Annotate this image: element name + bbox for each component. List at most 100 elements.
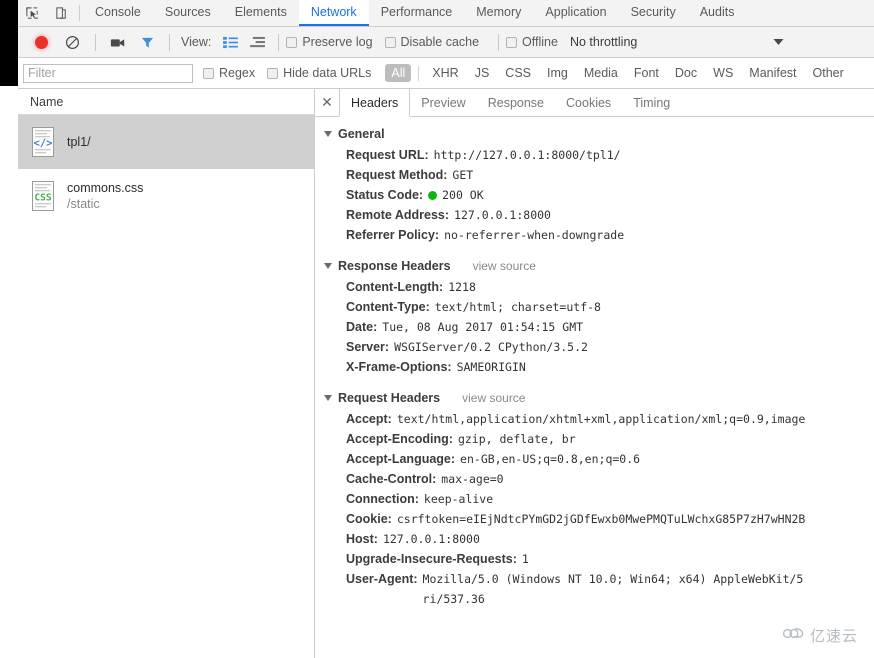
pill-label: Media: [583, 66, 618, 80]
disable-cache-checkbox[interactable]: Disable cache: [384, 35, 479, 49]
tab-label: Console: [95, 5, 141, 19]
header-row-content-type: Content-Type: text/html; charset=utf-8: [315, 297, 874, 317]
resource-type-doc[interactable]: Doc: [669, 64, 703, 82]
detail-tab-preview[interactable]: Preview: [410, 89, 476, 116]
header-row-host: Host: 127.0.0.1:8000: [315, 529, 874, 549]
detail-tab-headers[interactable]: Headers: [339, 89, 411, 117]
pill-label: Other: [812, 66, 844, 80]
resource-type-manifest[interactable]: Manifest: [743, 64, 802, 82]
throttling-select[interactable]: No throttling: [570, 35, 637, 49]
preserve-log-checkbox[interactable]: Preserve log: [286, 35, 373, 49]
resource-type-media[interactable]: Media: [578, 64, 624, 82]
section-response-headers-header[interactable]: Response Headers view source: [315, 254, 874, 277]
devtools-window: Console Sources Elements Network Perform…: [0, 0, 874, 658]
header-key: Accept-Encoding:: [346, 432, 453, 446]
header-value: http://127.0.0.1:8000/tpl1/: [433, 148, 621, 162]
detail-tab-label: Cookies: [566, 95, 612, 110]
header-key: Remote Address:: [346, 208, 450, 222]
table-row[interactable]: CSS commons.css /static: [18, 169, 314, 223]
header-value: 1218: [448, 280, 476, 294]
hide-data-urls-checkbox[interactable]: Hide data URLs: [267, 66, 371, 80]
header-key: Server:: [346, 340, 390, 354]
section-request-headers-header[interactable]: Request Headers view source: [315, 386, 874, 409]
detail-tab-label: Preview: [421, 95, 466, 110]
header-value: GET: [452, 168, 474, 182]
resource-type-other[interactable]: Other: [807, 64, 850, 82]
preserve-log-label: Preserve log: [302, 35, 373, 49]
section-general-header[interactable]: General: [315, 122, 874, 145]
header-row-accept-language: Accept-Language: en-GB,en-US;q=0.8,en;q=…: [315, 449, 874, 469]
header-key: X-Frame-Options:: [346, 360, 452, 374]
checkbox-box: [286, 36, 298, 48]
resource-type-xhr[interactable]: XHR: [426, 64, 464, 82]
view-label: View:: [181, 35, 212, 49]
detail-tab-cookies[interactable]: Cookies: [555, 89, 622, 116]
filter-input[interactable]: [23, 63, 193, 83]
checkbox-box: [506, 36, 518, 48]
tab-elements[interactable]: Elements: [223, 0, 299, 26]
toolbar-divider-1: [95, 33, 96, 51]
browser-chrome-strip: [0, 0, 18, 86]
resource-type-ws[interactable]: WS: [707, 64, 739, 82]
html-document-icon: </>: [30, 126, 56, 158]
header-row-content-length: Content-Length: 1218: [315, 277, 874, 297]
triangle-down-icon: [324, 395, 332, 401]
view-source-link[interactable]: view source: [473, 259, 536, 273]
regex-checkbox[interactable]: Regex: [203, 66, 255, 80]
toolbar-divider-4: [498, 33, 500, 51]
table-row[interactable]: </> tpl1/: [18, 115, 314, 169]
list-view-icon[interactable]: [223, 36, 239, 49]
pill-label: WS: [713, 66, 734, 80]
detail-tab-label: Response: [487, 95, 545, 110]
device-toolbar-icon[interactable]: [47, 0, 76, 26]
tab-label: Security: [630, 5, 676, 19]
header-key: Request URL:: [346, 148, 429, 162]
tab-sources[interactable]: Sources: [153, 0, 223, 26]
close-icon[interactable]: ✕: [315, 89, 339, 116]
waterfall-view-icon[interactable]: [250, 36, 266, 49]
header-row-cache-control: Cache-Control: max-age=0: [315, 469, 874, 489]
tab-audits[interactable]: Audits: [688, 0, 747, 26]
offline-checkbox[interactable]: Offline: [506, 35, 558, 49]
header-key: Connection:: [346, 492, 419, 506]
resource-type-img[interactable]: Img: [541, 64, 574, 82]
record-dot-icon[interactable]: [35, 35, 48, 49]
detail-tab-timing[interactable]: Timing: [622, 89, 681, 116]
tab-label: Memory: [476, 5, 522, 19]
header-row-accept: Accept: text/html,application/xhtml+xml,…: [315, 409, 874, 429]
clear-icon[interactable]: [65, 35, 80, 50]
header-row-cookie: Cookie: csrftoken=eIEjNdtcPYmGD2jGDfEwxb…: [315, 509, 874, 529]
tab-label: Application: [545, 5, 607, 19]
pill-label: Img: [547, 66, 568, 80]
left-gutter: [0, 86, 18, 658]
inspect-element-icon[interactable]: [18, 0, 47, 26]
header-key: Host:: [346, 532, 378, 546]
request-detail-pane: ✕ Headers Preview Response Cookies Timin…: [315, 89, 874, 658]
header-key: Content-Length:: [346, 280, 444, 294]
checkbox-box: [267, 67, 279, 79]
detail-tab-response[interactable]: Response: [477, 89, 555, 116]
pill-label: Doc: [674, 66, 698, 80]
resource-type-all[interactable]: All: [385, 64, 412, 82]
tab-application[interactable]: Application: [533, 0, 618, 26]
header-value: 1: [521, 552, 529, 566]
header-row-request-url: Request URL: http://127.0.0.1:8000/tpl1/: [315, 145, 874, 165]
resource-type-font[interactable]: Font: [628, 64, 665, 82]
camera-icon[interactable]: [110, 36, 126, 49]
header-value: max-age=0: [441, 472, 504, 486]
tab-memory[interactable]: Memory: [464, 0, 533, 26]
view-source-link[interactable]: view source: [462, 391, 525, 405]
tab-performance[interactable]: Performance: [369, 0, 465, 26]
tab-network[interactable]: Network: [298, 0, 369, 26]
devtools-panel-tabbar: Console Sources Elements Network Perform…: [18, 0, 874, 27]
resource-type-js[interactable]: JS: [469, 64, 496, 82]
pill-label: Manifest: [749, 66, 797, 80]
chevron-down-icon[interactable]: [773, 33, 784, 51]
header-value: en-GB,en-US;q=0.8,en;q=0.6: [460, 452, 641, 466]
funnel-icon[interactable]: [140, 35, 155, 50]
toolbar-divider-3: [278, 33, 280, 51]
header-value: text/html,application/xhtml+xml,applicat…: [396, 412, 806, 426]
tab-console[interactable]: Console: [83, 0, 153, 26]
tab-security[interactable]: Security: [619, 0, 688, 26]
resource-type-css[interactable]: CSS: [499, 64, 537, 82]
